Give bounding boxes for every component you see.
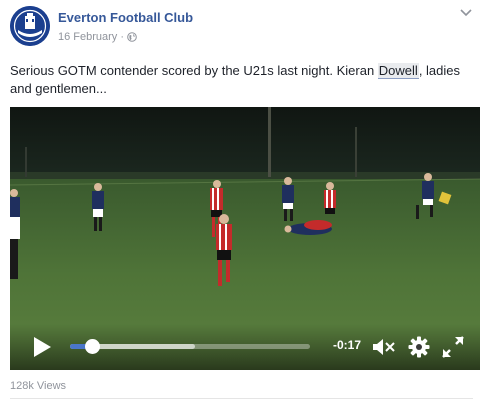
fullscreen-icon[interactable] bbox=[442, 336, 464, 358]
play-icon[interactable] bbox=[32, 336, 52, 358]
club-crest-avatar[interactable] bbox=[10, 6, 50, 46]
video-controls: -0:17 bbox=[10, 324, 480, 370]
view-count: 128k Views bbox=[10, 380, 67, 392]
video-post-card: Everton Football Club 16 February · Seri… bbox=[0, 0, 483, 401]
globe-icon bbox=[127, 32, 137, 42]
video-player[interactable]: -0:17 bbox=[10, 107, 480, 370]
post-text: Serious GOTM contender scored by the U21… bbox=[10, 62, 473, 98]
meta-separator: · bbox=[120, 31, 124, 43]
page-name-link[interactable]: Everton Football Club bbox=[58, 10, 193, 25]
post-meta: 16 February · bbox=[58, 31, 137, 43]
post-text-start: Serious GOTM contender scored by the U21… bbox=[10, 63, 378, 78]
time-remaining: -0:17 bbox=[333, 338, 362, 352]
gear-icon[interactable] bbox=[408, 336, 430, 358]
chevron-down-icon[interactable] bbox=[459, 8, 473, 18]
post-header: Everton Football Club 16 February · bbox=[10, 6, 473, 48]
mute-icon[interactable] bbox=[372, 336, 396, 358]
progress-track[interactable] bbox=[70, 339, 310, 354]
divider bbox=[10, 398, 473, 399]
scrubber-handle[interactable] bbox=[84, 339, 100, 354]
post-date[interactable]: 16 February bbox=[58, 31, 117, 43]
tagged-player-link[interactable]: Dowell bbox=[377, 63, 419, 79]
